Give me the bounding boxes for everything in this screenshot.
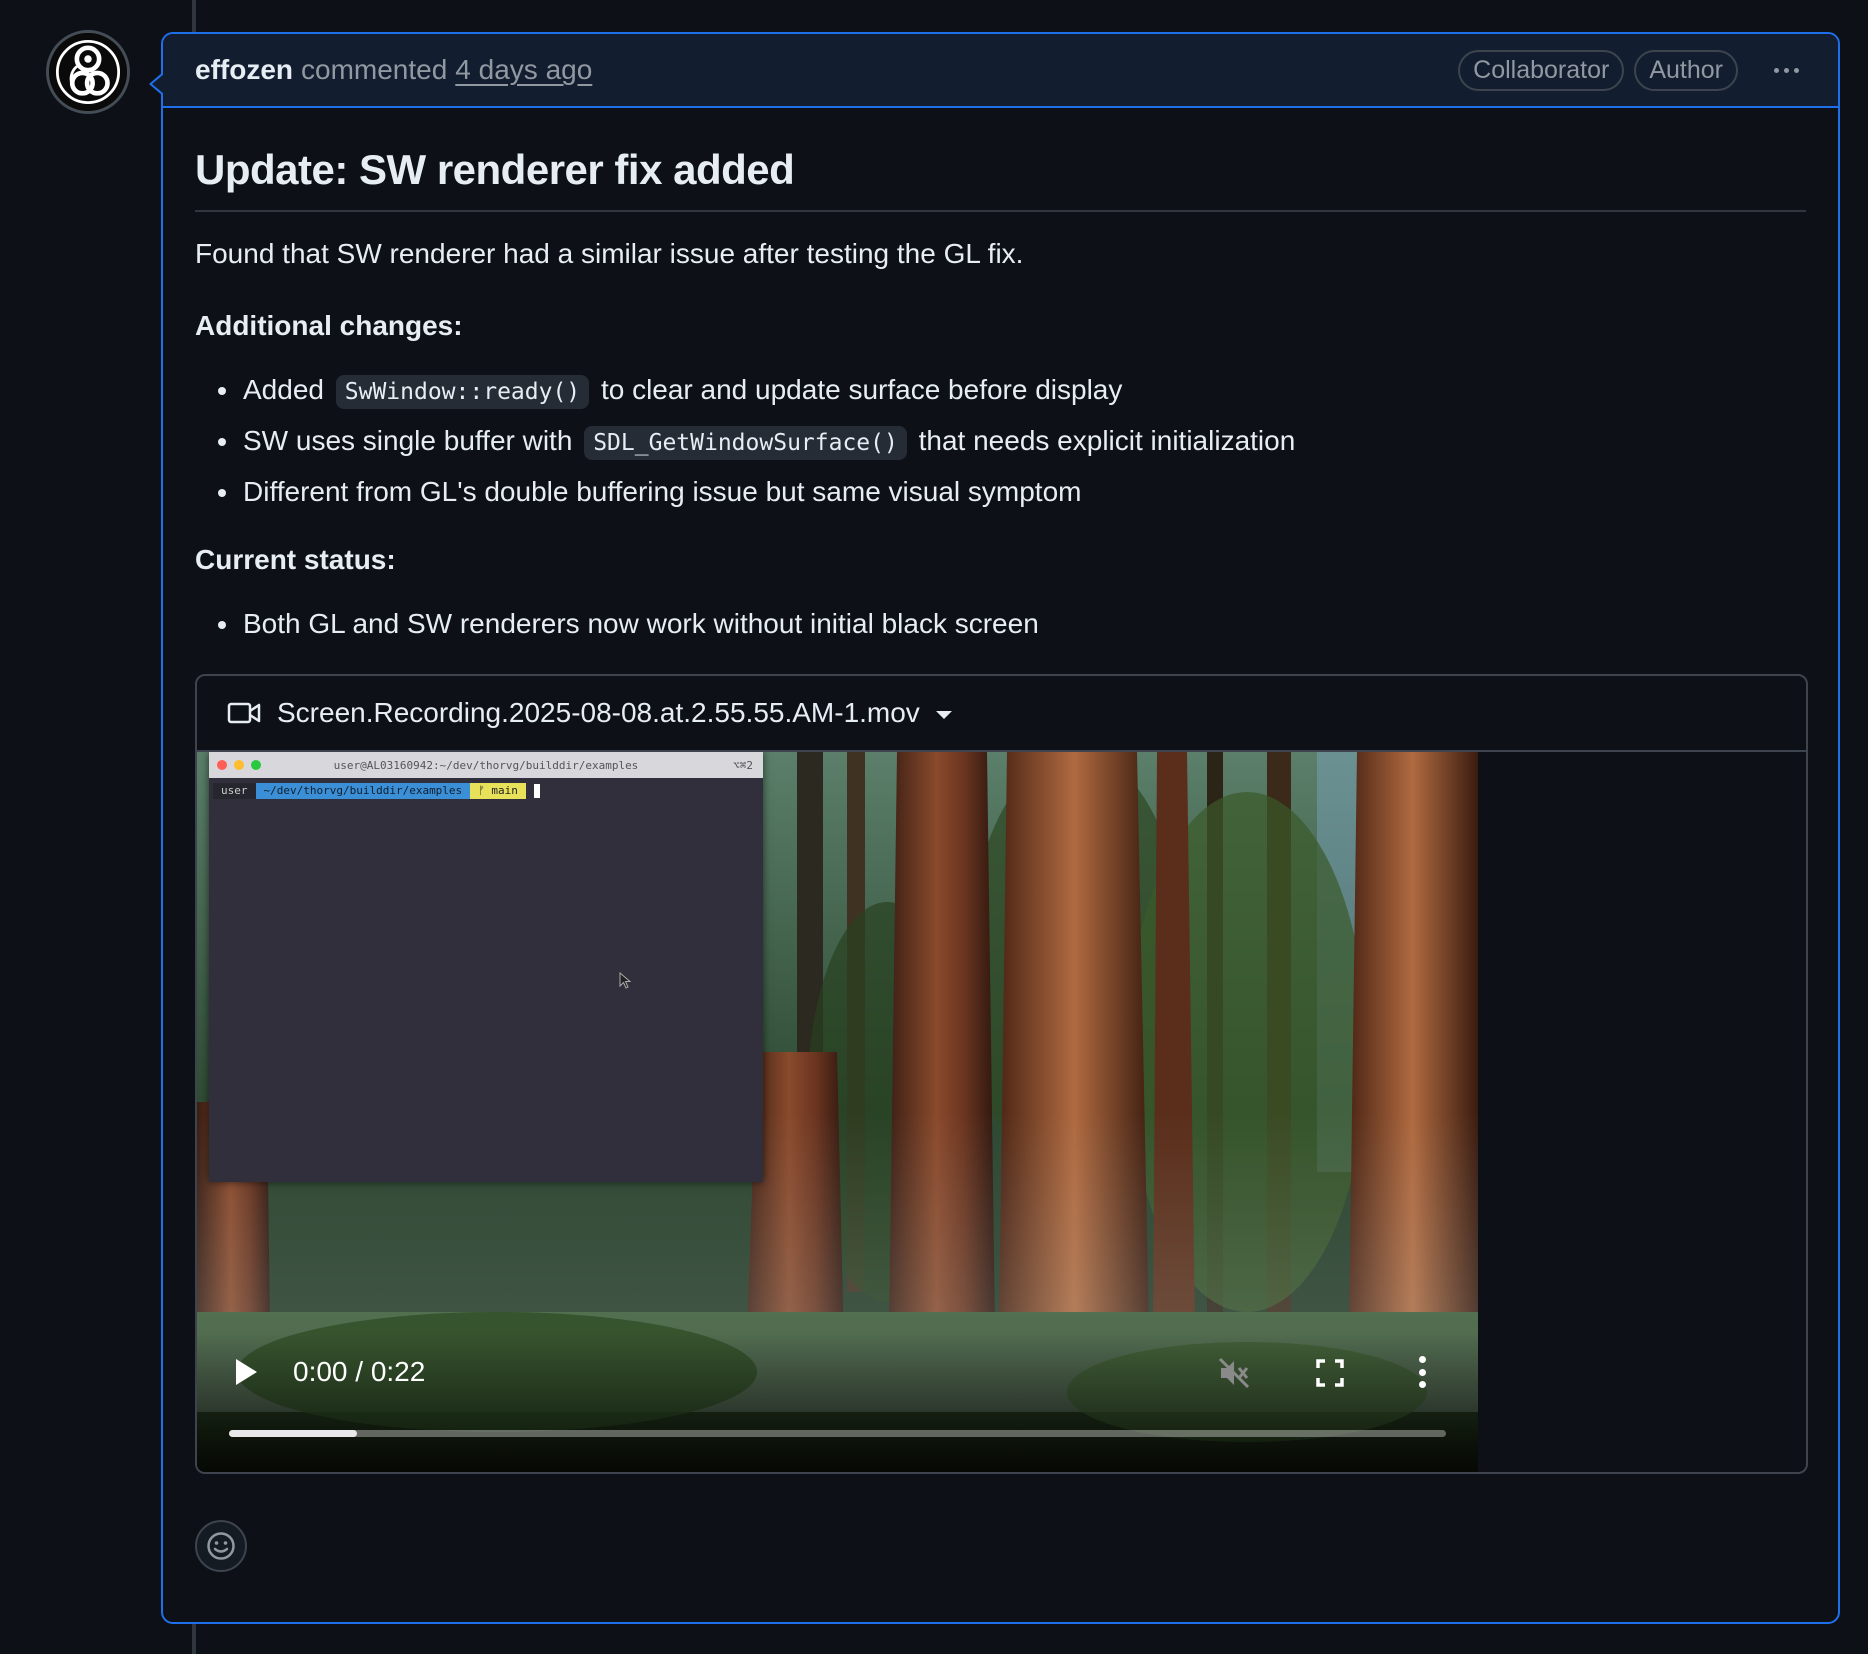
smiley-icon xyxy=(207,1532,235,1560)
avatar[interactable] xyxy=(46,30,130,114)
mouse-pointer-icon xyxy=(619,972,632,989)
collaborator-badge: Collaborator xyxy=(1458,49,1625,91)
comment-action: commented xyxy=(301,54,448,85)
terminal-prompt: user ~/dev/thorvg/builddir/examples ᚠ ma… xyxy=(209,782,763,800)
terminal-cursor xyxy=(533,784,540,798)
video-time-display: 0:00 / 0:22 xyxy=(293,1356,426,1387)
author-link[interactable]: effozen xyxy=(195,54,293,86)
changes-list: Added SwWindow::ready() to clear and upd… xyxy=(195,370,1806,512)
terminal-window: user@AL03160942:~/dev/thorvg/builddir/ex… xyxy=(209,752,763,1182)
terminal-shortcut: ⌥⌘2 xyxy=(733,758,753,772)
video-filename: Screen.Recording.2025-08-08.at.2.55.55.A… xyxy=(277,697,920,728)
comment-body: Update: SW renderer fix added Found that… xyxy=(163,108,1838,1474)
intro-paragraph: Found that SW renderer had a similar iss… xyxy=(195,238,1024,269)
play-icon[interactable] xyxy=(233,1357,259,1387)
status-list: Both GL and SW renderers now work withou… xyxy=(195,604,1806,644)
video-player[interactable]: user@AL03160942:~/dev/thorvg/builddir/ex… xyxy=(197,752,1478,1472)
header-badges: Collaborator Author xyxy=(1458,49,1806,91)
video-camera-icon xyxy=(227,702,261,724)
prompt-path: ~/dev/thorvg/builddir/examples xyxy=(255,783,471,799)
list-item: SW uses single buffer with SDL_GetWindow… xyxy=(195,421,1806,463)
list-item: Different from GL's double buffering iss… xyxy=(195,472,1806,512)
more-options-icon[interactable] xyxy=(1417,1356,1427,1388)
prompt-user: user xyxy=(213,783,256,799)
fullscreen-icon[interactable] xyxy=(1315,1358,1345,1388)
avatar-logo-icon xyxy=(49,33,127,111)
list-item: Added SwWindow::ready() to clear and upd… xyxy=(195,370,1806,412)
section-title-additional-changes: Additional changes: xyxy=(195,310,463,341)
terminal-title: user@AL03160942:~/dev/thorvg/builddir/ex… xyxy=(333,758,639,772)
comment-card: effozen commented 4 days ago Collaborato… xyxy=(149,32,1840,1624)
inline-code: SwWindow::ready() xyxy=(335,375,590,409)
comment-heading: Update: SW renderer fix added xyxy=(195,146,1806,212)
prompt-branch: ᚠ main xyxy=(470,783,526,799)
section-title-current-status: Current status: xyxy=(195,544,396,575)
chevron-down-icon xyxy=(935,711,952,719)
terminal-titlebar: user@AL03160942:~/dev/thorvg/builddir/ex… xyxy=(209,752,763,778)
video-controls-shade xyxy=(197,1334,1478,1472)
add-reaction-button[interactable] xyxy=(195,1520,247,1572)
video-attachment: Screen.Recording.2025-08-08.at.2.55.55.A… xyxy=(195,674,1808,1474)
list-item: Both GL and SW renderers now work withou… xyxy=(195,604,1806,644)
muted-volume-icon[interactable] xyxy=(1217,1356,1251,1390)
video-progress-fill xyxy=(229,1430,357,1437)
comment-timestamp-link[interactable]: 4 days ago xyxy=(455,54,592,86)
inline-code: SDL_GetWindowSurface() xyxy=(584,426,907,460)
video-summary-toggle[interactable]: Screen.Recording.2025-08-08.at.2.55.55.A… xyxy=(197,676,1806,752)
author-badge: Author xyxy=(1634,49,1738,91)
kebab-horizontal-icon[interactable] xyxy=(1766,55,1806,85)
comment-header: effozen commented 4 days ago Collaborato… xyxy=(163,34,1838,108)
video-progress-bar[interactable] xyxy=(229,1430,1446,1437)
